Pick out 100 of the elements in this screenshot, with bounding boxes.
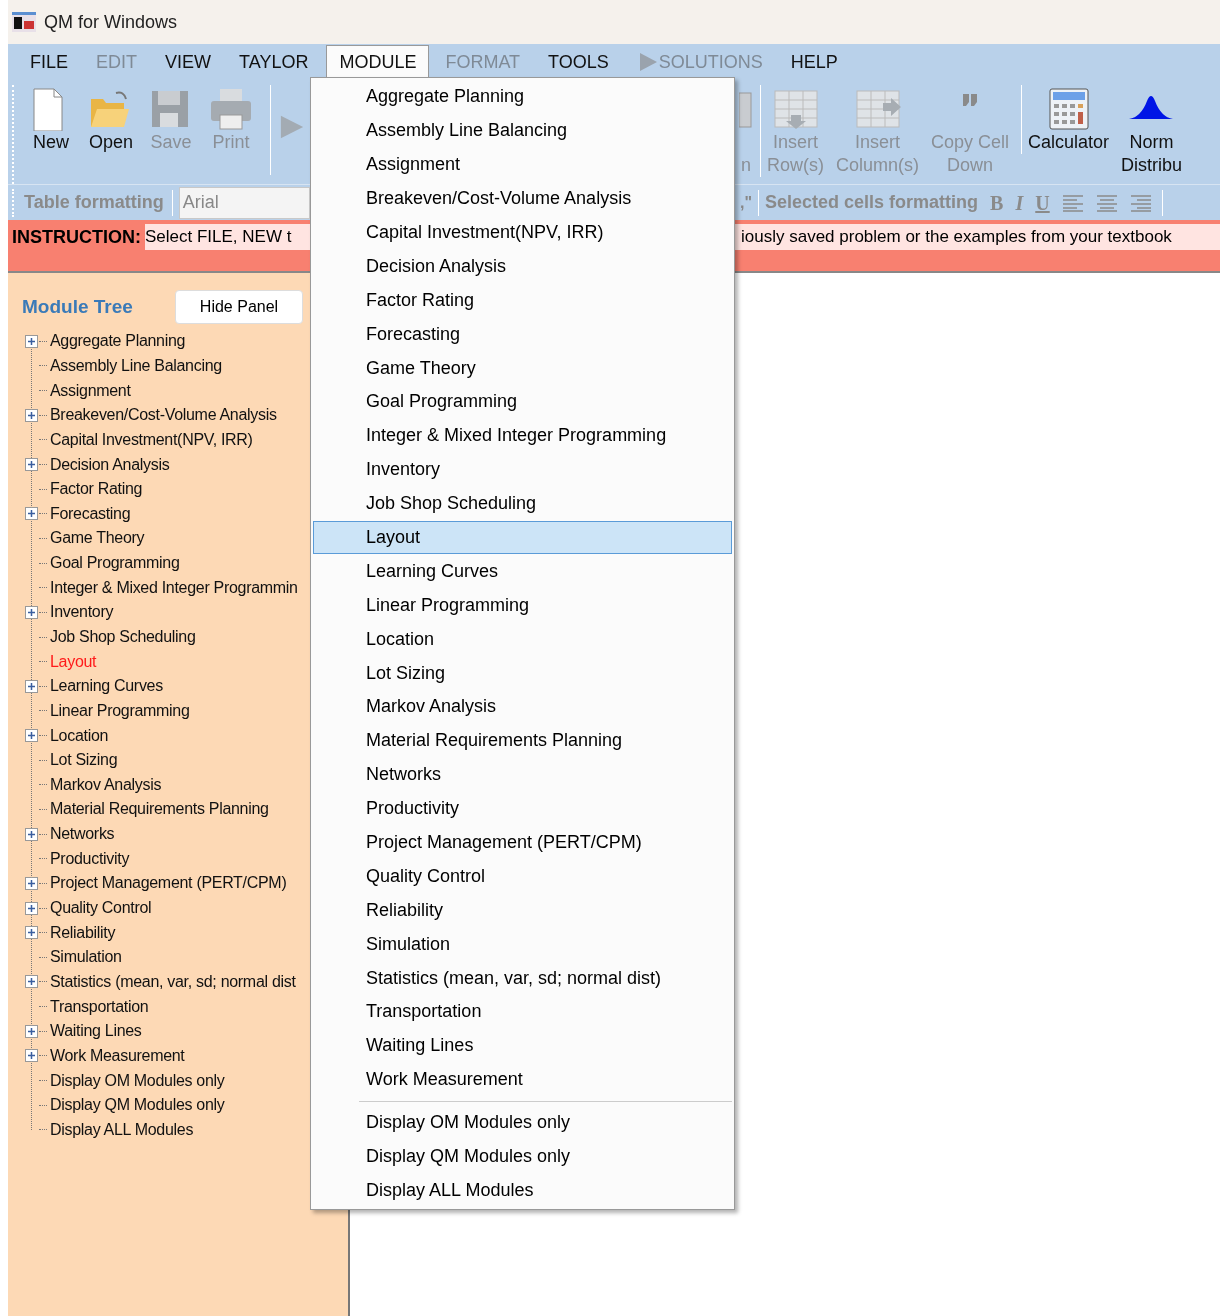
tree-item[interactable]: Lot Sizing (50, 748, 118, 773)
menu-item[interactable]: Decision Analysis (313, 249, 732, 284)
tree-item[interactable]: Display ALL Modules (50, 1117, 194, 1142)
toolbar-text: ," (740, 192, 753, 213)
tree-item[interactable]: Goal Programming (50, 551, 180, 576)
menu-item[interactable]: Factor Rating (313, 283, 732, 318)
menu-item[interactable]: Reliability (313, 893, 732, 928)
expand-icon[interactable] (25, 1024, 38, 1038)
expand-icon[interactable] (25, 458, 38, 471)
tree-item[interactable]: Display QM Modules only (50, 1093, 225, 1118)
menu-item[interactable]: Game Theory (313, 351, 732, 385)
tree-item[interactable]: Quality Control (50, 896, 152, 921)
tree-item[interactable]: Linear Programming (50, 698, 190, 723)
expand-icon[interactable] (25, 729, 38, 743)
menu-item[interactable]: Breakeven/Cost-Volume Analysis (313, 181, 732, 216)
tree-item[interactable]: Job Shop Scheduling (50, 625, 196, 649)
quote-mark-icon (962, 93, 979, 107)
tree-item[interactable]: Display OM Modules only (50, 1068, 225, 1093)
menu-item[interactable]: Capital Investment(NPV, IRR) (313, 215, 732, 250)
expand-icon[interactable] (25, 679, 38, 693)
menu-item[interactable]: Display ALL Modules (313, 1173, 732, 1208)
menu-item[interactable]: Learning Curves (313, 554, 732, 589)
tree-item[interactable]: Assignment (50, 378, 131, 403)
toolbar-button[interactable]: Open (82, 85, 140, 154)
tree-item[interactable]: Factor Rating (50, 477, 143, 502)
menu-item[interactable]: TAYLOR (229, 45, 319, 79)
tree-item[interactable]: Project Management (PERT/CPM) (50, 871, 287, 896)
tree-item[interactable]: Statistics (mean, var, sd; normal dist (50, 969, 296, 994)
hide-panel-button[interactable]: Hide Panel (174, 290, 304, 324)
tree-item[interactable]: Inventory (50, 600, 114, 625)
expand-icon[interactable] (25, 334, 38, 348)
menu-item[interactable]: Material Requirements Planning (313, 723, 732, 758)
menu-item[interactable]: Assembly Line Balancing (313, 113, 732, 148)
menu-item[interactable]: Forecasting (313, 317, 732, 352)
menu-item[interactable]: HELP (780, 45, 848, 79)
menu-item[interactable]: Job Shop Scheduling (313, 486, 732, 521)
tree-item[interactable]: Networks (50, 822, 115, 847)
menu-item[interactable]: Networks (313, 757, 732, 792)
menu-item[interactable]: Waiting Lines (313, 1028, 732, 1063)
menu-item[interactable]: Integer & Mixed Integer Programming (313, 418, 732, 453)
tree-item[interactable]: Location (50, 723, 109, 748)
app-icon (12, 12, 36, 32)
menu-item[interactable]: FILE (20, 45, 78, 79)
menu-item[interactable]: MODULE (326, 45, 430, 79)
tree-item[interactable]: Assembly Line Balancing (50, 353, 222, 378)
expand-icon[interactable] (25, 827, 38, 841)
menu-item[interactable]: Quality Control (313, 859, 732, 894)
menu-item[interactable]: Transportation (313, 995, 732, 1029)
menu-item[interactable]: Linear Programming (313, 588, 732, 623)
menu-item[interactable]: Inventory (313, 452, 732, 487)
menu-item[interactable]: Productivity (313, 791, 732, 826)
printer-icon (208, 87, 254, 131)
panel-title: Module Tree (22, 294, 133, 319)
expand-icon[interactable] (25, 901, 38, 915)
tree-item[interactable]: Aggregate Planning (50, 329, 186, 354)
tree-item[interactable]: Forecasting (50, 501, 131, 526)
menu-item[interactable]: Aggregate Planning (313, 80, 732, 114)
tree-item[interactable]: Markov Analysis (50, 772, 162, 797)
expand-icon[interactable] (25, 926, 38, 940)
tree-item[interactable]: Material Requirements Planning (50, 797, 269, 822)
tree-item[interactable]: Integer & Mixed Integer Programmin (50, 575, 298, 600)
tree-item[interactable]: Waiting Lines (50, 1019, 142, 1044)
toolbar-button[interactable]: Calculator (1021, 85, 1116, 154)
toolbar-label: Selected cells formatting (765, 191, 979, 214)
menu-item[interactable]: Goal Programming (313, 385, 732, 419)
tree-item[interactable]: Productivity (50, 846, 130, 871)
tree-item[interactable]: Decision Analysis (50, 452, 170, 477)
menu-item[interactable]: Markov Analysis (313, 690, 732, 724)
instruction-text: Select FILE, NEW t (145, 226, 293, 249)
tree-item[interactable]: Work Measurement (50, 1043, 185, 1068)
menu-item[interactable]: Statistics (mean, var, sd; normal dist) (313, 961, 732, 996)
table-insert-column-icon (854, 87, 901, 131)
menu-item[interactable]: Project Management (PERT/CPM) (313, 825, 732, 860)
toolbar-button[interactable]: Norm Distribu (1115, 85, 1189, 177)
menu-item[interactable]: VIEW (155, 45, 222, 79)
menu-item[interactable]: Display QM Modules only (313, 1139, 732, 1174)
tree-item[interactable]: Capital Investment(NPV, IRR) (50, 427, 253, 452)
expand-icon[interactable] (25, 1049, 38, 1063)
toolbar-button[interactable]: New (22, 85, 80, 154)
menu-item[interactable]: Lot Sizing (313, 656, 732, 691)
expand-icon[interactable] (25, 605, 38, 619)
tree-item[interactable]: Game Theory (50, 526, 145, 551)
tree-item[interactable]: Reliability (50, 920, 116, 945)
tree-item[interactable]: Transportation (50, 994, 149, 1019)
tree-item[interactable]: Learning Curves (50, 674, 163, 699)
menu-item[interactable]: Location (313, 622, 732, 657)
expand-icon[interactable] (25, 507, 38, 521)
menu-item[interactable]: Simulation (313, 927, 732, 962)
menu-item[interactable]: Layout (313, 520, 732, 555)
menu-item[interactable]: Display OM Modules only (313, 1105, 732, 1140)
tree-item[interactable]: Breakeven/Cost-Volume Analysis (50, 403, 277, 428)
menu-item[interactable]: Assignment (313, 147, 732, 182)
menu-item[interactable]: TOOLS (538, 45, 619, 79)
expand-icon[interactable] (25, 876, 38, 890)
menu-item[interactable]: Work Measurement (313, 1062, 732, 1097)
expand-icon[interactable] (25, 975, 38, 989)
toolbar-label: Table formatting (23, 191, 165, 214)
instruction-label: INSTRUCTION: (12, 226, 141, 249)
expand-icon[interactable] (25, 408, 38, 422)
tree-item[interactable]: Simulation (50, 945, 122, 970)
